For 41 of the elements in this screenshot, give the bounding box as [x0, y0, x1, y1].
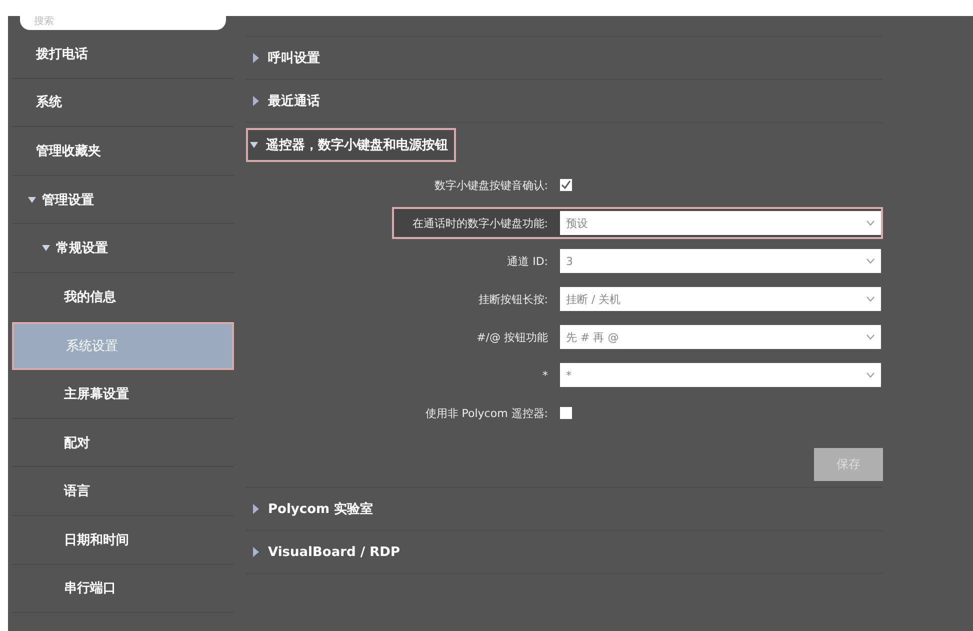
section-header[interactable]: 呼叫设置	[250, 43, 326, 73]
field-label: 挂断按钮长按:	[477, 292, 549, 306]
section-header[interactable]: 遥控器，数字小键盘和电源按钮	[246, 128, 456, 162]
caret-icon	[252, 504, 260, 514]
caret-icon	[250, 140, 258, 148]
chevron-down-icon	[866, 372, 875, 378]
dropdown[interactable]: *	[560, 363, 881, 387]
sidebar-item[interactable]: 配对	[12, 418, 234, 468]
sidebar-item[interactable]: 日期和时间	[12, 516, 234, 565]
sidebar-item[interactable]: 串行端口	[12, 564, 234, 614]
sidebar-item[interactable]: 主屏幕设置	[12, 370, 234, 419]
chevron-down-icon	[866, 334, 875, 340]
dropdown[interactable]: 3	[560, 249, 881, 273]
section-header[interactable]: VisualBoard / RDP	[250, 537, 406, 567]
caret-icon	[252, 53, 260, 63]
sidebar-item[interactable]: 常规设置	[12, 224, 234, 273]
chevron-down-icon	[866, 296, 875, 302]
field-label: 数字小键盘按键音确认:	[433, 178, 549, 192]
caret-icon	[252, 96, 260, 106]
sidebar-item[interactable]: 系统	[12, 78, 234, 128]
field-label: *	[542, 368, 549, 382]
caret-icon	[252, 547, 260, 557]
section-header[interactable]: Polycom 实验室	[250, 494, 380, 524]
sidebar-item[interactable]: 管理收藏夹	[12, 127, 234, 176]
field-label: 使用非 Polycom 遥控器:	[424, 406, 549, 420]
checkbox[interactable]	[560, 407, 572, 419]
field-label: #/@ 按钮功能	[476, 330, 549, 344]
caret-icon	[42, 244, 50, 252]
sidebar-item[interactable]: 语言	[12, 467, 234, 516]
caret-icon	[28, 196, 36, 204]
dropdown[interactable]: 预设	[560, 211, 881, 235]
chevron-down-icon	[866, 258, 875, 264]
chevron-down-icon	[866, 220, 875, 226]
dropdown[interactable]: 挂断 / 关机	[560, 287, 881, 311]
sidebar-item[interactable]: 拨打电话	[12, 30, 234, 79]
section-header[interactable]: 最近通话	[250, 86, 326, 116]
dropdown[interactable]: 先 # 再 @	[560, 325, 881, 349]
checkbox[interactable]	[560, 179, 572, 191]
field-label: 在通话时的数字小键盘功能:	[411, 216, 549, 230]
field-label: 通道 ID:	[506, 254, 549, 268]
sidebar-item[interactable]: 管理设置	[12, 176, 234, 224]
